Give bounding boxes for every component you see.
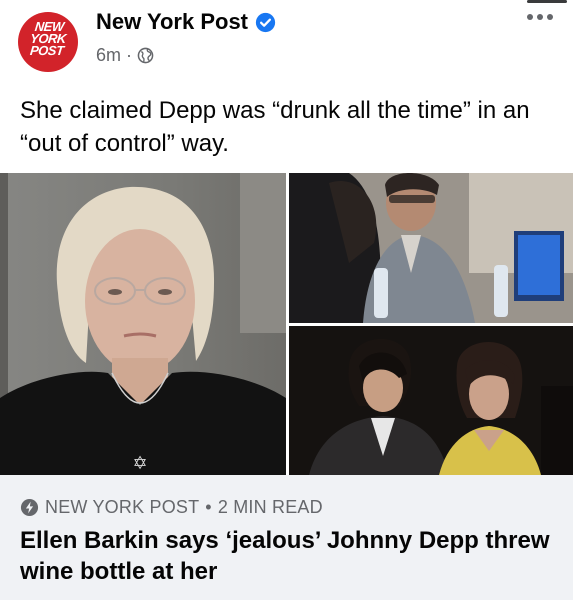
post-timestamp[interactable]: 6m [96, 45, 121, 66]
svg-text:✡: ✡ [132, 453, 147, 473]
photo-courtroom[interactable] [289, 173, 573, 323]
post-meta: 6m · [96, 45, 154, 66]
photo-woman-portrait[interactable]: ✡ [0, 173, 286, 475]
page-avatar[interactable]: NEW YORK POST [18, 12, 78, 72]
bolt-icon [20, 498, 39, 517]
nypost-logo: NEW YORK POST [18, 19, 78, 58]
link-source-bullet: • [205, 497, 212, 517]
verified-badge-icon [255, 12, 276, 32]
post-caption: She claimed Depp was “drunk all the time… [20, 97, 530, 157]
link-preview[interactable]: NEW YORK POST • 2 MIN READ Ellen Barkin … [0, 475, 573, 600]
page-name-link[interactable]: New York Post [96, 9, 248, 35]
link-headline[interactable]: Ellen Barkin says ‘jealous’ Johnny Depp … [20, 525, 560, 587]
photo-couple[interactable] [289, 326, 573, 475]
top-bar-accent [527, 0, 567, 3]
meta-separator: · [126, 45, 133, 65]
globe-icon [137, 47, 154, 64]
link-source-name: NEW YORK POST [45, 497, 200, 517]
link-source-row: NEW YORK POST • 2 MIN READ [20, 497, 323, 518]
logo-line: POST [29, 43, 65, 58]
link-read-time: 2 MIN READ [217, 497, 323, 517]
page-name-row: New York Post [96, 9, 276, 35]
more-options-icon[interactable] [525, 10, 555, 24]
facebook-post: NEW YORK POST New York Post 6m · She cla… [0, 0, 573, 600]
image-collage[interactable]: ✡ [0, 173, 573, 475]
